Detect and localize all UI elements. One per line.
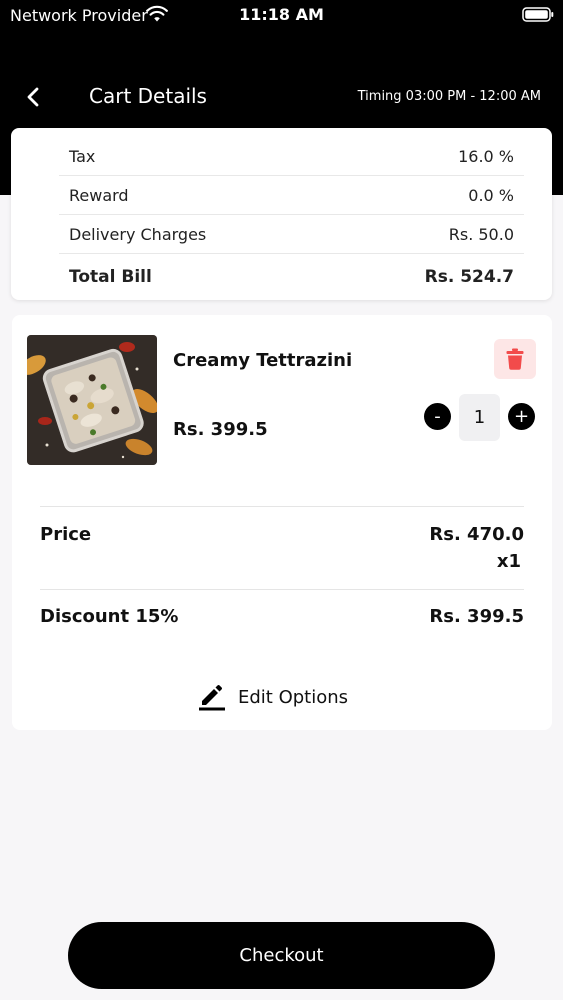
pencil-icon	[199, 685, 225, 711]
food-image	[27, 335, 157, 465]
total-bill-row: Total Bill Rs. 524.7	[59, 257, 524, 296]
increase-quantity-button[interactable]: +	[508, 403, 535, 430]
tax-row: Tax 16.0 %	[59, 137, 524, 176]
total-bill-value: Rs. 524.7	[424, 266, 514, 287]
price-quantity: x1	[496, 551, 521, 572]
reward-label: Reward	[69, 185, 129, 205]
tax-value: 16.0 %	[458, 146, 514, 166]
back-button[interactable]	[16, 81, 50, 113]
cart-item-card: Creamy Tettrazini Rs. 399.5 - 1 + Price …	[12, 315, 552, 730]
reward-row: Reward 0.0 %	[59, 176, 524, 215]
delivery-charges-label: Delivery Charges	[69, 224, 207, 244]
decrease-quantity-button[interactable]: -	[424, 403, 451, 430]
price-value: Rs. 470.0	[429, 524, 524, 545]
reward-value: 0.0 %	[468, 185, 514, 205]
battery-icon	[522, 7, 554, 22]
item-name: Creamy Tettrazini	[173, 350, 353, 371]
delivery-charges-value: Rs. 50.0	[448, 224, 514, 244]
discount-label: Discount 15%	[40, 606, 179, 627]
bill-summary-card: Tax 16.0 % Reward 0.0 % Delivery Charges…	[11, 128, 552, 300]
edit-options-label: Edit Options	[238, 686, 349, 708]
clock: 11:18 AM	[239, 5, 324, 24]
chevron-left-icon	[27, 87, 39, 107]
item-price: Rs. 399.5	[173, 419, 268, 440]
delivery-charges-row: Delivery Charges Rs. 50.0	[59, 215, 524, 254]
divider	[40, 589, 524, 590]
delete-item-button[interactable]	[494, 339, 536, 379]
discount-value: Rs. 399.5	[429, 606, 524, 627]
tax-label: Tax	[69, 146, 96, 166]
nav-bar: Cart Details Timing 03:00 PM - 12:00 AM	[0, 75, 563, 119]
checkout-button[interactable]: Checkout	[68, 922, 495, 989]
trash-icon	[506, 348, 524, 370]
page-title: Cart Details	[89, 84, 207, 108]
price-label: Price	[40, 524, 92, 545]
store-timing: Timing 03:00 PM - 12:00 AM	[357, 89, 541, 104]
edit-options-button[interactable]: Edit Options	[198, 681, 348, 713]
divider	[40, 506, 524, 507]
total-bill-label: Total Bill	[69, 266, 152, 287]
status-bar: Network Provider 11:18 AM	[0, 0, 563, 32]
quantity-value: 1	[459, 394, 500, 441]
